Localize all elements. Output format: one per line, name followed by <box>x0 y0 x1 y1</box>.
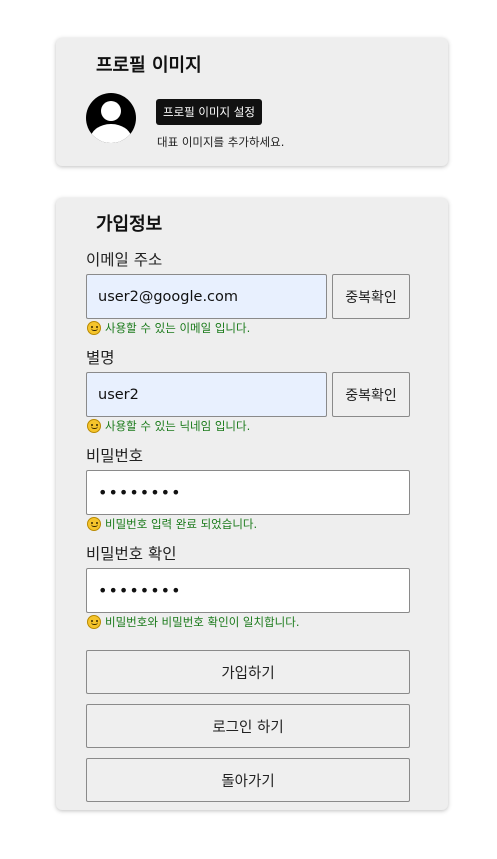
profile-image-card: 프로필 이미지 프로필 이미지 설정 대표 이미지를 추가하세요. <box>56 38 448 166</box>
profile-image-title: 프로필 이미지 <box>96 55 202 76</box>
smiley-icon <box>87 615 101 629</box>
smiley-icon <box>87 419 101 433</box>
set-profile-image-button[interactable]: 프로필 이미지 설정 <box>156 99 262 125</box>
password-confirm-input[interactable] <box>86 568 410 613</box>
email-input[interactable] <box>86 274 327 319</box>
signup-info-card: 가입정보 이메일 주소 중복확인 사용할 수 있는 이메일 입니다. 별명 중복… <box>56 198 448 810</box>
login-button[interactable]: 로그인 하기 <box>86 704 410 748</box>
email-duplicate-check-button[interactable]: 중복확인 <box>332 274 410 319</box>
password-confirm-label: 비밀번호 확인 <box>86 545 177 563</box>
password-confirm-status-text: 비밀번호와 비밀번호 확인이 일치합니다. <box>105 615 300 629</box>
signup-button[interactable]: 가입하기 <box>86 650 410 694</box>
password-status-message: 비밀번호 입력 완료 되었습니다. <box>87 516 257 532</box>
back-button[interactable]: 돌아가기 <box>86 758 410 802</box>
password-input[interactable] <box>86 470 410 515</box>
smiley-icon <box>87 321 101 335</box>
nickname-status-message: 사용할 수 있는 닉네임 입니다. <box>87 418 250 434</box>
email-status-message: 사용할 수 있는 이메일 입니다. <box>87 320 250 336</box>
nickname-input[interactable] <box>86 372 327 417</box>
email-label: 이메일 주소 <box>86 251 163 269</box>
password-status-text: 비밀번호 입력 완료 되었습니다. <box>105 517 258 531</box>
default-avatar-icon <box>86 93 136 143</box>
profile-image-hint: 대표 이미지를 추가하세요. <box>157 135 285 149</box>
password-label: 비밀번호 <box>86 447 144 465</box>
password-confirm-status-message: 비밀번호와 비밀번호 확인이 일치합니다. <box>87 614 299 630</box>
signup-info-title: 가입정보 <box>96 214 163 235</box>
nickname-status-text: 사용할 수 있는 닉네임 입니다. <box>105 419 251 433</box>
email-status-text: 사용할 수 있는 이메일 입니다. <box>105 321 251 335</box>
smiley-icon <box>87 517 101 531</box>
nickname-label: 별명 <box>86 349 115 367</box>
nickname-duplicate-check-button[interactable]: 중복확인 <box>332 372 410 417</box>
